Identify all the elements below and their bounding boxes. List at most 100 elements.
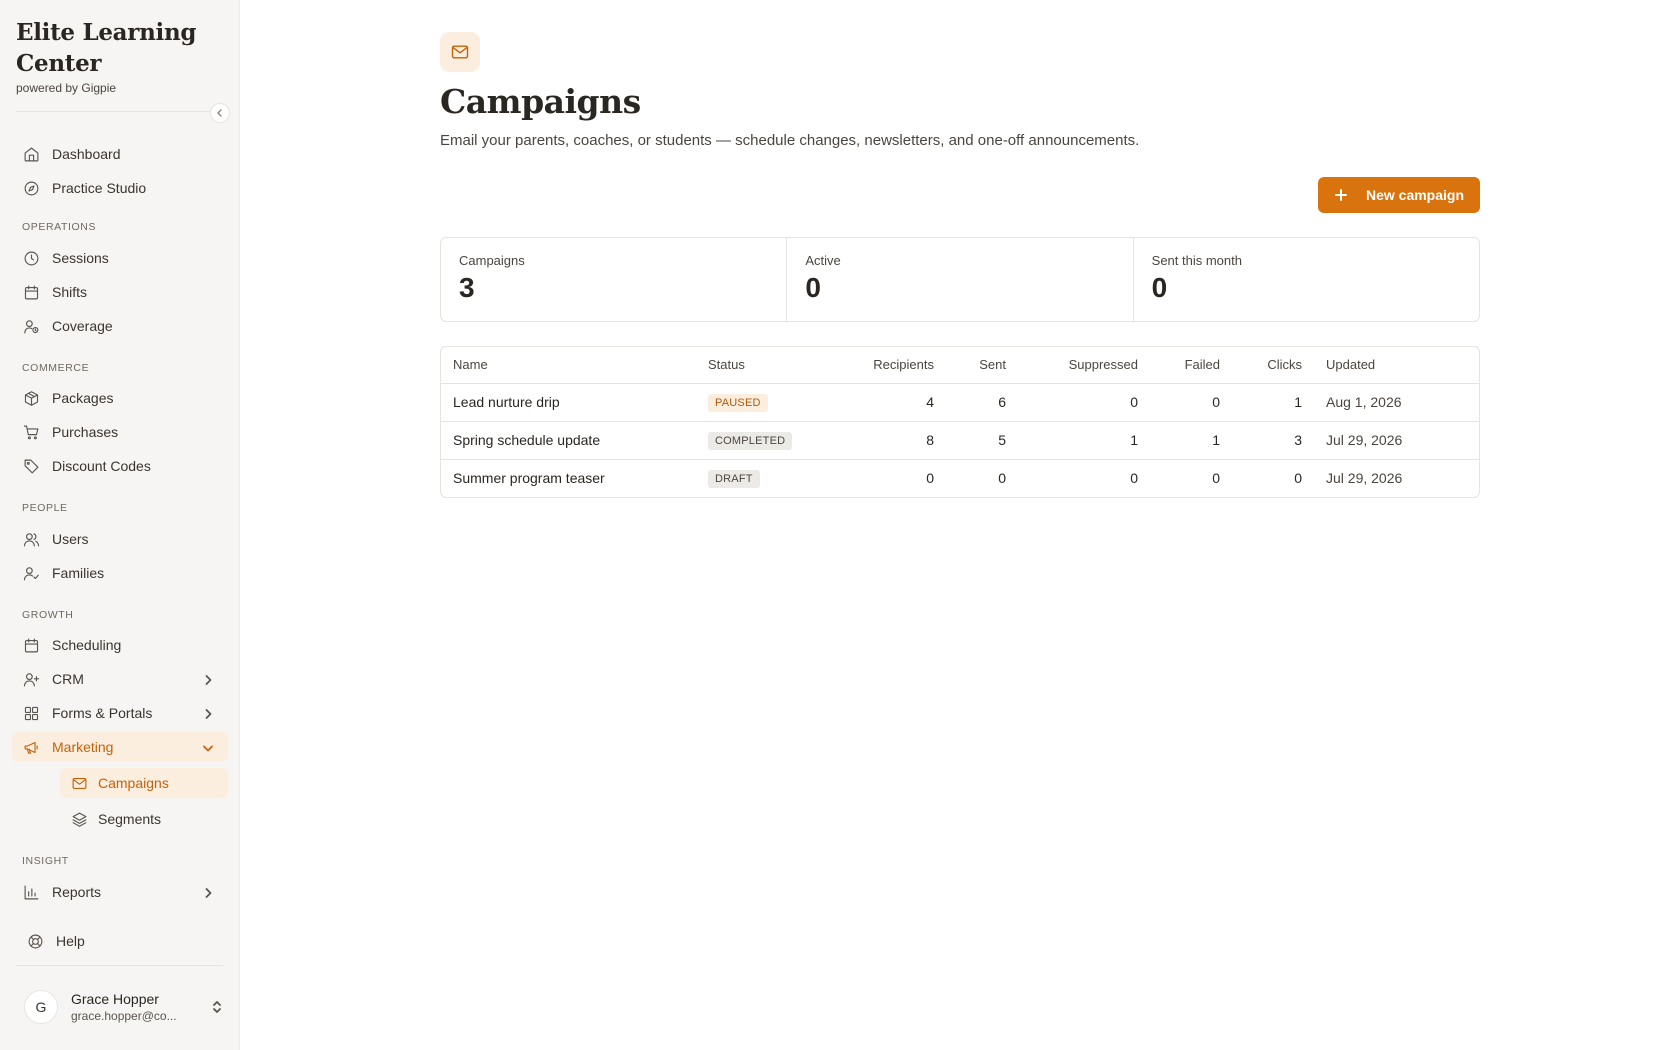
sidebar-item-label: Coverage	[52, 318, 113, 334]
stat-card: Campaigns 3	[441, 238, 788, 321]
sent-cell: 0	[998, 470, 1006, 487]
column-header-failed[interactable]: Failed	[1150, 347, 1232, 384]
failed-cell: 0	[1150, 383, 1232, 422]
column-header-suppressed[interactable]: Suppressed	[1018, 347, 1150, 384]
stat-card: Active 0	[787, 238, 1134, 321]
chevron-down-icon	[202, 741, 214, 753]
sidebar-item-purchases[interactable]: Purchases	[12, 417, 228, 447]
users-icon	[22, 530, 40, 548]
calendar-icon	[22, 283, 40, 301]
sidebar-subitem-label: Segments	[98, 811, 162, 827]
mail-icon	[70, 774, 88, 792]
sidebar-subitem-segments[interactable]: Segments	[60, 804, 228, 834]
user-clock-icon	[22, 317, 40, 335]
section-label-commerce: COMMERCE	[22, 362, 90, 374]
user-check-icon	[22, 564, 40, 582]
stat-card: Sent this month 0	[1134, 238, 1479, 321]
sidebar-item-help[interactable]: Help	[16, 926, 232, 956]
sidebar-item-label: Practice Studio	[52, 180, 147, 196]
sidebar-item-forms-portals[interactable]: Forms & Portals	[12, 698, 228, 728]
updated-cell: Aug 1, 2026	[1314, 383, 1479, 422]
campaigns-table: Name Status Recipients Sent Suppressed F…	[440, 346, 1480, 498]
sidebar-item-label: Families	[52, 565, 105, 581]
column-header-name[interactable]: Name	[441, 347, 696, 384]
sidebar-item-label: Shifts	[52, 284, 88, 300]
section-label-insight: INSIGHT	[22, 855, 69, 867]
sidebar-item-label: Purchases	[52, 424, 119, 440]
sidebar-item-reports[interactable]: Reports	[12, 877, 228, 907]
new-campaign-label: New campaign	[1365, 187, 1465, 203]
stats-row: Campaigns 3 Active 0 Sent this month 0	[440, 237, 1480, 322]
user-info: Grace Hopper grace.hopper@co...	[71, 991, 177, 1023]
stat-value: 0	[805, 272, 821, 303]
suppressed-cell: 1	[1018, 421, 1150, 460]
megaphone-icon	[22, 738, 40, 756]
chevron-right-icon	[202, 673, 214, 685]
sidebar-item-scheduling[interactable]: Scheduling	[12, 630, 228, 660]
sidebar-item-packages[interactable]: Packages	[12, 383, 228, 413]
mail-icon	[440, 32, 480, 72]
sidebar-item-marketing[interactable]: Marketing	[12, 732, 228, 762]
page-title: Campaigns	[440, 82, 641, 121]
table-row[interactable]: Spring schedule update COMPLETED 8 5 1 1…	[441, 421, 1479, 460]
sidebar-item-discount-codes[interactable]: Discount Codes	[12, 451, 228, 481]
user-menu[interactable]: G Grace Hopper grace.hopper@co...	[24, 986, 224, 1028]
status-cell: DRAFT	[696, 459, 826, 497]
user-plus-icon	[22, 670, 40, 688]
sidebar-item-label: Forms & Portals	[52, 705, 153, 721]
section-label-growth: GROWTH	[22, 609, 74, 621]
status-badge: PAUSED	[708, 393, 768, 412]
stat-label: Campaigns	[459, 253, 525, 268]
section-label-people: PEOPLE	[22, 502, 68, 514]
sidebar-item-label: Packages	[52, 390, 114, 406]
campaign-name[interactable]: Lead nurture drip	[441, 383, 696, 422]
sidebar-item-coverage[interactable]: Coverage	[12, 311, 228, 341]
sent-cell: 6	[946, 383, 1018, 422]
sidebar-subitem-campaigns[interactable]: Campaigns	[60, 768, 228, 798]
campaign-name[interactable]: Summer program teaser	[441, 459, 696, 497]
table-row[interactable]: Lead nurture drip PAUSED 4 6 0 0 1 Aug 1…	[441, 383, 1479, 422]
sidebar: Elite Learning Center powered by Gigpie …	[0, 0, 240, 1050]
failed-cell: 1	[1150, 421, 1232, 460]
brand: Elite Learning Center powered by Gigpie	[0, 0, 239, 95]
sidebar-item-label: Scheduling	[52, 637, 122, 653]
clock-icon	[22, 249, 40, 267]
avatar: G	[24, 990, 58, 1024]
column-header-recipients[interactable]: Recipients	[826, 347, 946, 384]
column-header-updated[interactable]: Updated	[1314, 347, 1479, 384]
chevron-left-icon	[217, 109, 222, 117]
plus-icon	[1334, 188, 1348, 202]
sidebar-item-users[interactable]: Users	[12, 524, 228, 554]
collapse-sidebar-button[interactable]	[210, 103, 230, 123]
updated-cell: Jul 29, 2026	[1326, 470, 1403, 487]
new-campaign-button[interactable]: New campaign	[1318, 177, 1480, 213]
table-row[interactable]: Summer program teaser DRAFT 0 0 0 0 0 Ju…	[441, 459, 1479, 497]
stat-label: Sent this month	[1151, 253, 1242, 268]
table-header-row: Name Status Recipients Sent Suppressed F…	[441, 347, 1479, 384]
stat-value: 3	[459, 272, 475, 303]
brand-title[interactable]: Elite Learning Center	[16, 17, 223, 79]
sidebar-item-label: CRM	[52, 671, 84, 687]
sidebar-item-shifts[interactable]: Shifts	[12, 277, 228, 307]
stat-label: Active	[805, 253, 841, 268]
cart-icon	[22, 423, 40, 441]
sidebar-item-sessions[interactable]: Sessions	[12, 243, 228, 273]
clicks-cell: 3	[1232, 421, 1314, 460]
sidebar-subitem-label: Campaigns	[98, 775, 169, 791]
stat-value: 0	[1151, 272, 1168, 303]
sidebar-item-families[interactable]: Families	[12, 558, 228, 588]
campaign-name[interactable]: Spring schedule update	[441, 421, 696, 460]
sidebar-item-label: Discount Codes	[52, 458, 151, 474]
failed-cell: 0	[1212, 470, 1220, 487]
sidebar-item-practice-studio[interactable]: Practice Studio	[12, 173, 228, 203]
sidebar-item-dashboard[interactable]: Dashboard	[12, 139, 228, 169]
recipients-cell: 8	[826, 421, 946, 460]
column-header-clicks[interactable]: Clicks	[1232, 347, 1314, 384]
sidebar-item-crm[interactable]: CRM	[12, 664, 228, 694]
user-name: Grace Hopper	[71, 991, 159, 1007]
column-header-sent[interactable]: Sent	[946, 347, 1018, 384]
column-header-status[interactable]: Status	[696, 347, 826, 384]
home-icon	[22, 145, 40, 163]
user-email: grace.hopper@co...	[71, 1009, 177, 1023]
page-subtitle: Email your parents, coaches, or students…	[440, 132, 1140, 149]
